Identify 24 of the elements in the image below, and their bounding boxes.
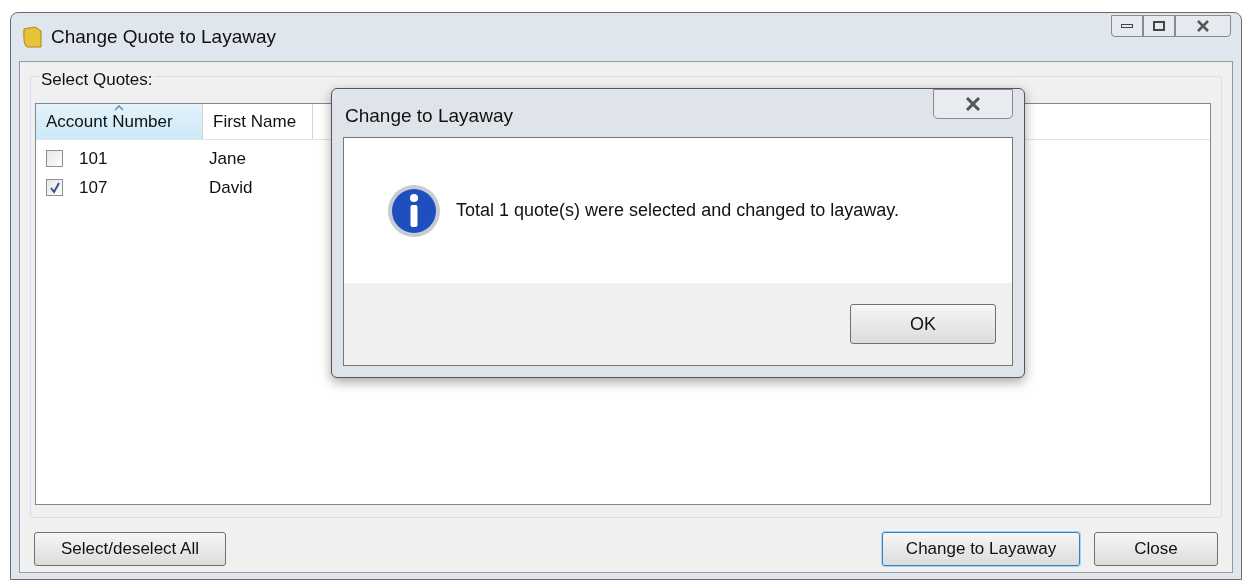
row-checkbox[interactable] xyxy=(46,150,63,167)
table-cell-text: 107 xyxy=(79,176,108,199)
maximize-button[interactable] xyxy=(1143,15,1175,37)
column-header[interactable]: First Name xyxy=(203,104,313,139)
window-title: Change Quote to Layaway xyxy=(51,24,276,49)
close-button[interactable]: Close xyxy=(1094,532,1218,566)
row-checkbox[interactable] xyxy=(46,179,63,196)
dialog-title: Change to Layaway xyxy=(345,104,513,128)
change-to-layaway-button[interactable]: Change to Layaway xyxy=(882,532,1080,566)
close-icon xyxy=(1196,20,1210,32)
info-icon xyxy=(386,182,442,239)
table-cell-text: 101 xyxy=(79,147,108,170)
column-header[interactable]: Account Number xyxy=(36,104,203,139)
dialog-message: Total 1 quote(s) were selected and changed to layaway. xyxy=(456,199,899,222)
close-window-button[interactable] xyxy=(1175,15,1231,37)
ok-button[interactable]: OK xyxy=(850,304,996,344)
table-cell-text: Jane xyxy=(208,147,246,170)
table-cell-text: David xyxy=(208,176,253,199)
folder-icon xyxy=(21,25,43,49)
select-all-button[interactable]: Select/deselect All xyxy=(34,532,226,566)
dialog-close-button[interactable] xyxy=(933,89,1013,119)
close-icon xyxy=(965,97,981,111)
minimize-button[interactable] xyxy=(1111,15,1143,37)
check-icon xyxy=(48,181,61,194)
